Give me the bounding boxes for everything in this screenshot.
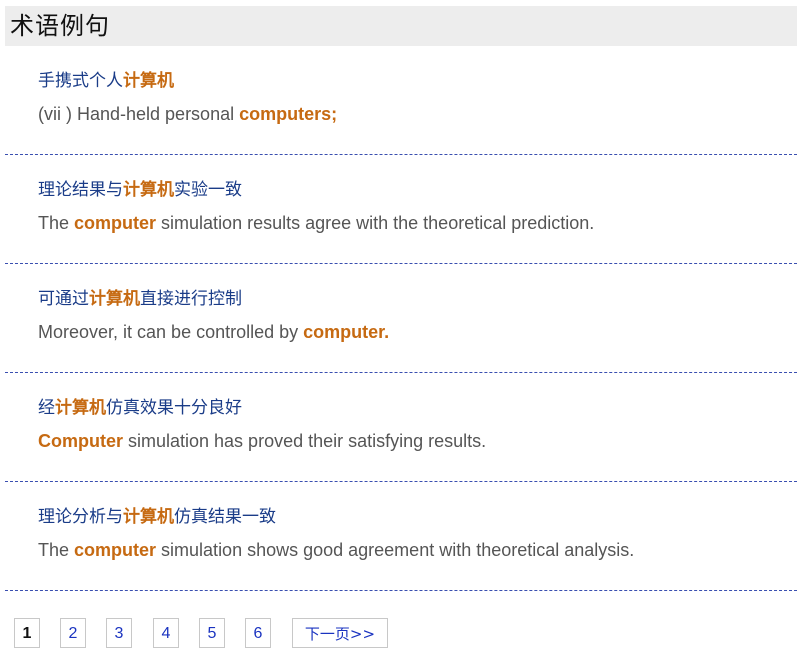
- english-text: The: [38, 213, 75, 233]
- term-highlight: computers;: [239, 104, 338, 124]
- english-sentence: Moreover, it can be controlled by comput…: [38, 320, 389, 344]
- term-highlight: computer.: [303, 322, 390, 342]
- dashed-divider: [5, 154, 797, 155]
- example-sentence-item: 可通过计算机直接进行控制 Moreover, it can be control…: [0, 287, 800, 396]
- term-highlight: 计算机: [123, 180, 174, 200]
- example-sentence-item: 经计算机仿真效果十分良好 Computer simulation has pro…: [0, 396, 800, 505]
- page-current: 1: [14, 618, 40, 648]
- section-header: 术语例句: [5, 6, 797, 46]
- section-title: 术语例句: [10, 12, 110, 40]
- chinese-sentence: 经计算机仿真效果十分良好: [38, 396, 242, 420]
- chinese-text: 实验一致: [174, 180, 242, 200]
- english-sentence: The computer simulation shows good agree…: [38, 538, 634, 562]
- page-link-3[interactable]: 3: [106, 618, 132, 648]
- chinese-sentence: 理论分析与计算机仿真结果一致: [38, 505, 276, 529]
- page-link-6[interactable]: 6: [245, 618, 271, 648]
- english-text: Moreover, it can be controlled by: [38, 322, 304, 342]
- page-link-5[interactable]: 5: [199, 618, 225, 648]
- term-highlight: 计算机: [123, 507, 174, 527]
- chinese-text: 仿真结果一致: [174, 507, 276, 527]
- english-sentence: Computer simulation has proved their sat…: [38, 429, 486, 453]
- dashed-divider: [5, 481, 797, 482]
- example-sentence-item: 理论分析与计算机仿真结果一致 The computer simulation s…: [0, 505, 800, 614]
- english-sentence: The computer simulation results agree wi…: [38, 211, 594, 235]
- dashed-divider: [5, 590, 797, 591]
- english-sentence: (vii ) Hand-held personal computers;: [38, 102, 337, 126]
- chinese-text: 经: [38, 398, 55, 418]
- example-sentence-item: 手携式个人计算机 (vii ) Hand-held personal compu…: [0, 69, 800, 178]
- term-highlight: 计算机: [89, 289, 140, 309]
- english-text: simulation results agree with the theore…: [156, 213, 595, 233]
- english-text: (vii ) Hand-held personal: [38, 104, 240, 124]
- chinese-text: 理论分析与: [38, 507, 123, 527]
- next-page-button[interactable]: 下一页>>: [292, 618, 388, 648]
- dashed-divider: [5, 263, 797, 264]
- chinese-text: 可通过: [38, 289, 89, 309]
- term-highlight: computer: [74, 540, 157, 560]
- dashed-divider: [5, 372, 797, 373]
- term-highlight: computer: [74, 213, 157, 233]
- chinese-sentence: 可通过计算机直接进行控制: [38, 287, 242, 311]
- english-text: simulation has proved their satisfying r…: [123, 431, 487, 451]
- chinese-text: 手携式个人: [38, 71, 123, 91]
- page-link-4[interactable]: 4: [153, 618, 179, 648]
- chinese-text: 理论结果与: [38, 180, 123, 200]
- term-highlight: Computer: [38, 431, 123, 451]
- term-highlight: 计算机: [123, 71, 174, 91]
- page-link-2[interactable]: 2: [60, 618, 86, 648]
- english-text: The: [38, 540, 75, 560]
- chinese-text: 仿真效果十分良好: [106, 398, 242, 418]
- chinese-sentence: 手携式个人计算机: [38, 69, 174, 93]
- term-highlight: 计算机: [55, 398, 106, 418]
- chinese-text: 直接进行控制: [140, 289, 242, 309]
- chinese-sentence: 理论结果与计算机实验一致: [38, 178, 242, 202]
- example-sentence-item: 理论结果与计算机实验一致 The computer simulation res…: [0, 178, 800, 287]
- english-text: simulation shows good agreement with the…: [156, 540, 635, 560]
